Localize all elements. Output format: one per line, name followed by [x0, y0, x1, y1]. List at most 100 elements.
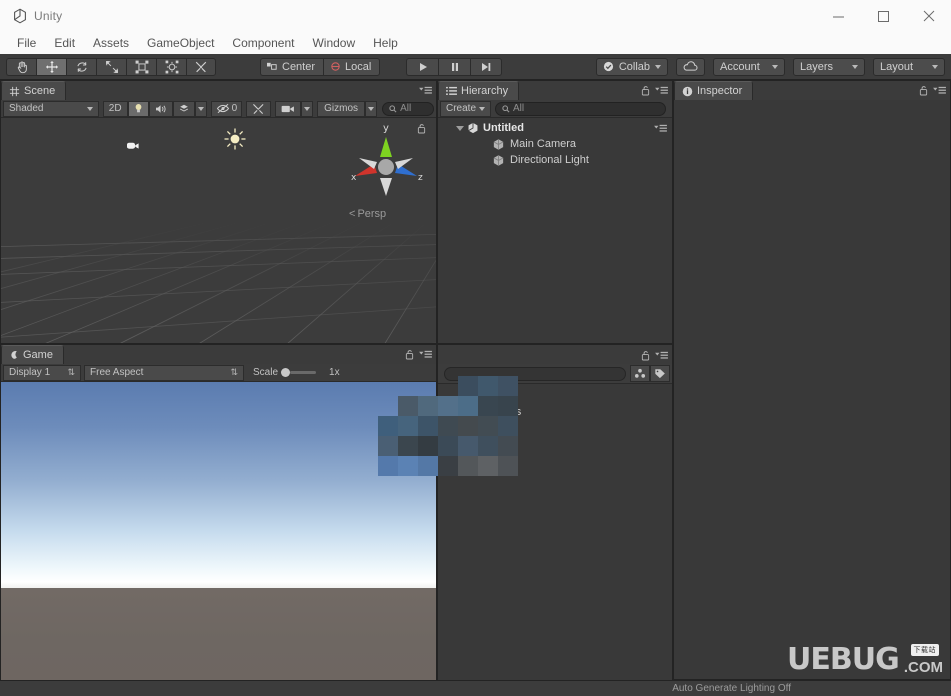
- minimize-icon[interactable]: [816, 0, 861, 32]
- account-button[interactable]: Account: [713, 57, 785, 76]
- lock-open-icon[interactable]: [919, 85, 928, 96]
- menubar: File Edit Assets GameObject Component Wi…: [0, 32, 951, 54]
- close-icon[interactable]: [906, 0, 951, 32]
- game-viewport[interactable]: [1, 382, 436, 696]
- window-titlebar: Unity: [0, 0, 951, 32]
- pause-icon: [451, 62, 458, 71]
- tab-inspector[interactable]: Inspector: [674, 81, 754, 100]
- filter-by-label-button[interactable]: [650, 365, 670, 382]
- filter-type-icon: [634, 368, 646, 378]
- hierarchy-row-scene[interactable]: Untitled: [438, 120, 672, 136]
- hierarchy-search-input[interactable]: All: [495, 101, 666, 116]
- maximize-icon[interactable]: [861, 0, 906, 32]
- play-button[interactable]: [406, 57, 438, 76]
- menu-component[interactable]: Component: [223, 33, 303, 53]
- watermark-text: UEBUG: [787, 642, 900, 677]
- scene-camera-button[interactable]: [275, 100, 302, 117]
- panel-menu-icon[interactable]: [419, 85, 432, 96]
- menu-window[interactable]: Window: [303, 33, 364, 53]
- scene-fx-caret[interactable]: [194, 100, 207, 117]
- panel-menu-icon[interactable]: [655, 85, 668, 96]
- scene-context-menu-icon[interactable]: [654, 123, 667, 134]
- foldout-expanded-icon[interactable]: [456, 125, 464, 131]
- lock-open-icon[interactable]: [417, 123, 426, 134]
- scale-slider-handle[interactable]: [281, 368, 291, 377]
- aspect-dropdown[interactable]: Free Aspect ⇅: [84, 364, 244, 381]
- mode-2d-label: 2D: [108, 103, 122, 114]
- menu-edit[interactable]: Edit: [45, 33, 84, 53]
- panel-menu-icon[interactable]: [933, 85, 946, 96]
- shading-mode-dropdown[interactable]: Shaded: [3, 100, 99, 117]
- game-controller-icon: [11, 351, 17, 359]
- lock-open-icon[interactable]: [405, 349, 414, 360]
- panel-menu-icon[interactable]: [419, 349, 432, 360]
- scene-orientation-gizmo[interactable]: y x z < Persp: [341, 118, 431, 228]
- camera-gizmo-icon[interactable]: [125, 140, 141, 152]
- scene-search-input[interactable]: All: [382, 101, 434, 116]
- step-button[interactable]: [470, 57, 502, 76]
- hierarchy-row-directional-light[interactable]: Directional Light: [438, 152, 672, 168]
- custom-tool-button[interactable]: [186, 57, 216, 76]
- scene-projection-mode[interactable]: < Persp: [349, 208, 386, 220]
- rect-transform-tool-button[interactable]: [126, 57, 156, 76]
- scene-camera-caret[interactable]: [301, 100, 314, 117]
- project-row-assets[interactable]: Assets: [438, 388, 672, 404]
- tab-hierarchy[interactable]: Hierarchy: [438, 81, 520, 100]
- chevron-down-icon: [772, 64, 778, 69]
- display-dropdown[interactable]: Display 1 ⇅: [3, 364, 81, 381]
- effects-icon: [179, 104, 188, 112]
- scale-tool-button[interactable]: [96, 57, 126, 76]
- lock-open-icon[interactable]: [641, 85, 650, 96]
- layout-button[interactable]: Layout: [873, 57, 945, 76]
- gameobject-cube-icon: [493, 154, 504, 166]
- window-title: Unity: [34, 9, 63, 23]
- panel-menu-icon[interactable]: [655, 350, 668, 361]
- scene-lighting-toggle[interactable]: [127, 100, 149, 117]
- check-circle-icon: [603, 61, 613, 72]
- menu-file[interactable]: File: [8, 33, 45, 53]
- create-button[interactable]: Create: [440, 100, 492, 117]
- scene-visibility-toggle[interactable]: 0: [210, 100, 243, 117]
- collab-button[interactable]: Collab: [595, 57, 668, 76]
- menu-gameobject[interactable]: GameObject: [138, 33, 223, 53]
- menu-assets[interactable]: Assets: [84, 33, 138, 53]
- project-row-packages[interactable]: Packages: [438, 404, 672, 420]
- pause-button[interactable]: [438, 57, 470, 76]
- foldout-collapsed-icon[interactable]: [446, 408, 451, 416]
- aspect-label: Free Aspect: [90, 367, 144, 378]
- account-label: Account: [720, 60, 760, 73]
- toggle-2d-button[interactable]: 2D: [102, 100, 128, 117]
- scene-fx-dropdown[interactable]: [172, 100, 195, 117]
- cloud-button[interactable]: [676, 57, 705, 76]
- updown-arrows-icon: ⇅: [230, 367, 238, 377]
- sun-gizmo-icon[interactable]: [223, 127, 247, 151]
- scene-viewport[interactable]: y x z < Persp: [1, 118, 436, 343]
- move-tool-button[interactable]: [36, 57, 66, 76]
- chevron-down-icon: [932, 64, 938, 69]
- scene-audio-toggle[interactable]: [148, 100, 173, 117]
- layers-button[interactable]: Layers: [793, 57, 865, 76]
- filter-by-type-button[interactable]: [630, 365, 650, 382]
- watermark-suffix: .COM: [903, 659, 943, 676]
- scene-tools-button[interactable]: [246, 100, 272, 117]
- combined-transform-tool-button[interactable]: [156, 57, 186, 76]
- project-tab-menu: [641, 350, 668, 361]
- tab-game[interactable]: Game: [1, 345, 64, 364]
- game-tab-menu: [405, 349, 432, 360]
- scale-slider[interactable]: [281, 368, 317, 377]
- tab-hierarchy-label: Hierarchy: [461, 85, 509, 97]
- hand-tool-button[interactable]: [6, 57, 36, 76]
- gizmos-dropdown[interactable]: Gizmos: [317, 100, 366, 117]
- menu-help[interactable]: Help: [364, 33, 407, 53]
- gizmos-caret[interactable]: [365, 100, 378, 117]
- lock-open-icon[interactable]: [641, 350, 650, 361]
- unity-scene-icon: [468, 122, 478, 134]
- rotate-tool-button[interactable]: [66, 57, 96, 76]
- rotation-local-icon: [331, 62, 340, 71]
- tab-game-label: Game: [23, 349, 53, 361]
- rotation-mode-button[interactable]: Local: [323, 57, 381, 76]
- project-search-input[interactable]: [444, 366, 626, 381]
- hierarchy-row-main-camera[interactable]: Main Camera: [438, 136, 672, 152]
- tab-scene[interactable]: Scene: [1, 81, 67, 100]
- pivot-mode-button[interactable]: Center: [260, 57, 324, 76]
